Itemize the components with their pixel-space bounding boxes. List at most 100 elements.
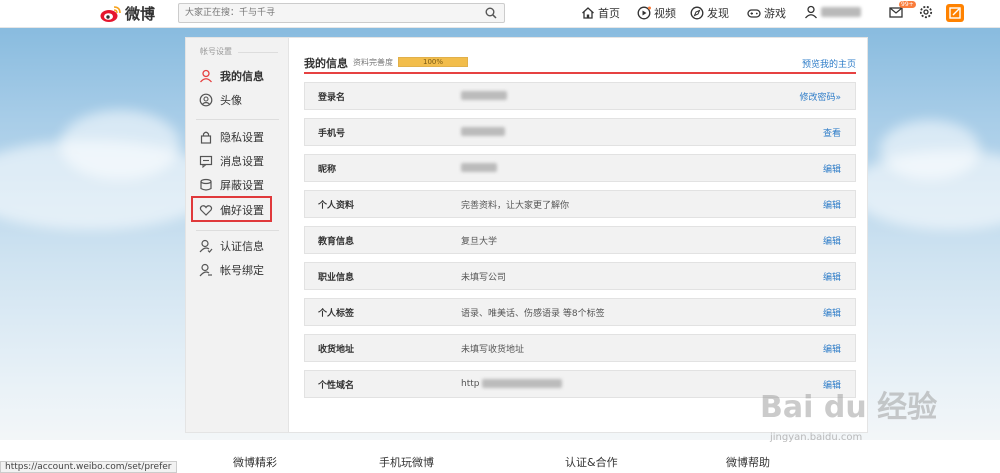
search-input[interactable] (179, 4, 469, 22)
cloud-decoration (880, 120, 980, 180)
nav-settings[interactable] (919, 5, 933, 19)
nav-messages[interactable]: 99+ (889, 1, 916, 19)
row-value-blurred (461, 91, 507, 101)
preview-homepage-link[interactable]: 预览我的主页 (802, 57, 856, 70)
view-link[interactable]: 查看 (823, 126, 841, 139)
row-value: http (461, 379, 563, 389)
row-value: 复旦大学 (461, 236, 498, 247)
search-box (178, 3, 505, 23)
bind-icon (199, 263, 212, 277)
domain-prefix: http (461, 379, 480, 389)
gear-icon (919, 5, 933, 19)
info-row-login: 登录名 修改密码» (304, 82, 856, 110)
info-row-address: 收货地址 未填写收货地址 编辑 (304, 334, 856, 362)
change-password-link[interactable]: 修改密码» (799, 90, 841, 103)
weibo-logo-icon (100, 5, 122, 23)
row-label: 个性域名 (318, 380, 355, 391)
cloud-decoration (60, 110, 180, 180)
nav-discover[interactable]: 发现 (690, 5, 729, 21)
home-icon (582, 7, 594, 19)
sidebar-item-label: 认证信息 (220, 240, 264, 253)
completeness-progress-bar: 100% (398, 57, 468, 67)
row-label: 个人资料 (318, 200, 355, 211)
info-row-nickname: 昵称 编辑 (304, 154, 856, 182)
watermark: Bai du 经验 (760, 390, 938, 425)
divider (238, 52, 278, 53)
content-header: 我的信息 资料完善度 100% 预览我的主页 (304, 51, 856, 74)
user-icon (805, 5, 817, 19)
info-row-phone: 手机号 查看 (304, 118, 856, 146)
video-icon (637, 6, 651, 20)
edit-link[interactable]: 编辑 (823, 162, 841, 175)
edit-link[interactable]: 编辑 (823, 234, 841, 247)
user-icon (200, 69, 212, 83)
row-value: 语录、唯美话、伤感语录 等8个标签 (461, 308, 605, 319)
row-label: 个人标签 (318, 308, 355, 319)
verify-icon (199, 239, 213, 253)
row-value: 完善资料，让大家更了解你 (461, 200, 570, 211)
sidebar-item-label: 屏蔽设置 (220, 179, 264, 192)
nav-video[interactable]: 视频 (637, 5, 676, 21)
page-title: 我的信息 (304, 57, 348, 70)
avatar-icon (199, 93, 213, 107)
top-navigation-bar: 微博 首页 视频 发现 游戏 99+ (0, 0, 1000, 28)
edit-link[interactable]: 编辑 (823, 342, 841, 355)
sidebar-item-label: 我的信息 (220, 70, 264, 83)
status-bar-url: https://account.weibo.com/set/prefer (0, 461, 177, 473)
row-label: 职业信息 (318, 272, 355, 283)
sidebar-item-label: 头像 (220, 94, 242, 107)
row-value: 未填写收货地址 (461, 344, 525, 355)
row-label: 昵称 (318, 164, 337, 175)
nav-video-label: 视频 (654, 7, 676, 20)
nav-games-label: 游戏 (764, 7, 786, 20)
sidebar-title: 帐号设置 (200, 47, 232, 56)
sidebar-item-privacy[interactable]: 隐私设置 (186, 125, 289, 149)
nav-profile[interactable] (804, 5, 861, 19)
row-label: 手机号 (318, 128, 346, 139)
block-icon (200, 178, 212, 191)
nav-discover-label: 发现 (707, 7, 729, 20)
info-row-profile: 个人资料 完善资料，让大家更了解你 编辑 (304, 190, 856, 218)
row-label: 收货地址 (318, 344, 355, 355)
sidebar-item-label: 隐私设置 (220, 131, 264, 144)
message-icon (199, 155, 213, 168)
edit-link[interactable]: 编辑 (823, 198, 841, 211)
compass-icon (690, 6, 704, 20)
sidebar-item-message[interactable]: 消息设置 (186, 149, 289, 173)
logo-text: 微博 (125, 5, 156, 23)
username-blurred (821, 7, 861, 17)
edit-link[interactable]: 编辑 (823, 270, 841, 283)
footer-link[interactable]: 微博帮助 (726, 454, 770, 470)
compose-button[interactable] (946, 4, 964, 22)
settings-sidebar: 帐号设置 我的信息 头像 隐私设置 消息设置 屏蔽设置 偏好设置 认证信息 帐号… (186, 38, 289, 432)
divider (196, 119, 279, 120)
sidebar-item-block[interactable]: 屏蔽设置 (186, 173, 289, 197)
row-value-blurred (461, 163, 497, 173)
info-row-tags: 个人标签 语录、唯美话、伤感语录 等8个标签 编辑 (304, 298, 856, 326)
nav-home-label: 首页 (598, 7, 620, 20)
progress-text: 100% (422, 58, 443, 66)
row-value-blurred (461, 127, 505, 137)
sidebar-item-label: 消息设置 (220, 155, 264, 168)
nav-home[interactable]: 首页 (581, 5, 620, 21)
nav-games[interactable]: 游戏 (747, 5, 786, 21)
sidebar-item-verify[interactable]: 认证信息 (186, 234, 289, 258)
footer-link[interactable]: 手机玩微博 (379, 454, 434, 470)
sidebar-item-my-info[interactable]: 我的信息 (186, 64, 289, 88)
settings-panel: 帐号设置 我的信息 头像 隐私设置 消息设置 屏蔽设置 偏好设置 认证信息 帐号… (185, 37, 868, 433)
info-row-education: 教育信息 复旦大学 编辑 (304, 226, 856, 254)
footer-link[interactable]: 微博精彩 (233, 454, 277, 470)
edit-icon (949, 7, 961, 19)
highlight-annotation-box (191, 196, 272, 222)
watermark-url: jingyan.baidu.com (770, 432, 863, 443)
sidebar-item-avatar[interactable]: 头像 (186, 88, 289, 112)
edit-link[interactable]: 编辑 (823, 306, 841, 319)
weibo-logo[interactable]: 微博 (100, 3, 155, 24)
footer-link[interactable]: 认证&合作 (565, 454, 618, 470)
sidebar-item-bind[interactable]: 帐号绑定 (186, 258, 289, 282)
gamepad-icon (747, 9, 761, 18)
search-icon[interactable] (485, 7, 497, 19)
row-label: 登录名 (318, 92, 346, 103)
completeness-label: 资料完善度 (353, 58, 393, 67)
info-row-career: 职业信息 未填写公司 编辑 (304, 262, 856, 290)
